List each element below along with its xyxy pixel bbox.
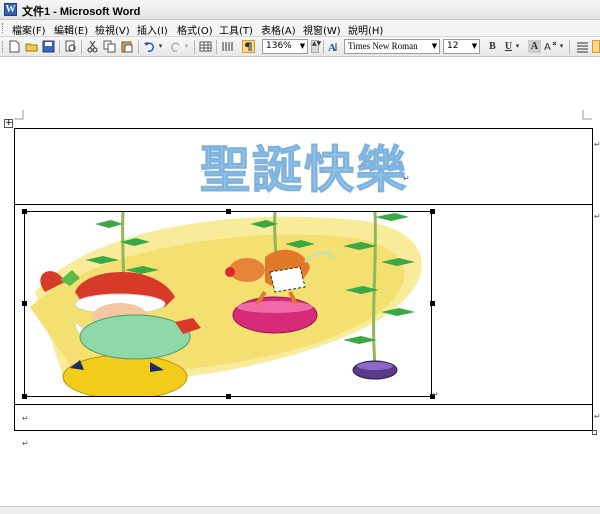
toolbar-separator — [81, 40, 82, 54]
redo-icon[interactable] — [169, 40, 182, 53]
paragraph-mark: ↵ — [432, 390, 439, 399]
christmas-clipart[interactable] — [24, 211, 432, 397]
text-effects-icon[interactable]: A — [544, 40, 557, 53]
toolbar: ▾ ▾ 136% ▼ ▲▼ A Times New Roman ▼ 12 ▼ B… — [0, 37, 600, 57]
resize-handle[interactable] — [430, 209, 435, 214]
menu-window[interactable]: 視窗(W) — [303, 22, 341, 37]
copy-icon[interactable] — [103, 40, 116, 53]
resize-handle[interactable] — [430, 301, 435, 306]
table-resize-handle[interactable] — [592, 430, 597, 435]
table-border-right — [592, 128, 593, 431]
menu-edit[interactable]: 編輯(E) — [54, 22, 88, 37]
toolbar-separator — [138, 40, 139, 54]
text-effects-dropdown-icon[interactable]: ▾ — [558, 40, 565, 53]
title-bar: W 文件1 - Microsoft Word — [0, 0, 600, 20]
open-folder-icon[interactable] — [25, 40, 38, 53]
zoom-value: 136% — [266, 41, 292, 51]
table-border-row2 — [14, 404, 593, 405]
menu-file[interactable]: 檔案(F) — [12, 22, 46, 37]
chevron-down-icon: ▼ — [471, 42, 478, 50]
undo-icon[interactable] — [143, 40, 156, 53]
paragraph-mark: ↵ — [22, 439, 29, 448]
menu-grip[interactable] — [2, 23, 6, 33]
undo-dropdown-icon[interactable]: ▾ — [157, 40, 164, 53]
toolbar-options-icon[interactable]: ▲▼ — [311, 40, 321, 53]
font-name-select[interactable]: Times New Roman ▼ — [344, 39, 440, 54]
justify-icon[interactable] — [576, 40, 589, 53]
menu-bar: 檔案(F) 編輯(E) 檢視(V) 插入(I) 格式(O) 工具(T) 表格(A… — [0, 20, 600, 37]
toolbar-separator — [323, 40, 324, 54]
underline-dropdown-icon[interactable]: ▾ — [514, 40, 521, 53]
menu-tools[interactable]: 工具(T) — [219, 22, 253, 37]
styles-icon[interactable]: A — [327, 40, 340, 54]
print-preview-icon[interactable] — [64, 40, 77, 53]
font-size-select[interactable]: 12 ▼ — [443, 39, 480, 54]
font-name-value: Times New Roman — [348, 41, 418, 51]
table-border-left — [14, 128, 15, 431]
heading-text: 聖誕快樂 — [200, 141, 408, 199]
bold-button[interactable]: B — [486, 40, 499, 53]
insert-table-icon[interactable] — [199, 40, 212, 53]
menu-view[interactable]: 檢視(V) — [95, 22, 130, 37]
toolbar-grip[interactable] — [2, 41, 6, 53]
end-of-row-mark: ↵ — [594, 140, 600, 149]
resize-handle[interactable] — [22, 301, 27, 306]
word-app-icon[interactable]: W — [4, 3, 17, 16]
menu-help[interactable]: 說明(H) — [348, 22, 383, 37]
resize-handle[interactable] — [226, 209, 231, 214]
menu-format[interactable]: 格式(O) — [177, 22, 213, 37]
show-formatting-icon[interactable] — [242, 40, 255, 53]
table-move-handle[interactable]: + — [4, 119, 13, 128]
heading-wordart[interactable]: 聖誕快樂 — [200, 140, 407, 200]
columns-icon[interactable] — [221, 40, 234, 53]
save-icon[interactable] — [42, 40, 55, 53]
highlight-icon[interactable] — [592, 40, 600, 53]
paragraph-mark: ↵ — [22, 414, 29, 423]
menu-table[interactable]: 表格(A) — [261, 22, 296, 37]
resize-handle[interactable] — [22, 394, 27, 399]
menu-insert[interactable]: 插入(I) — [137, 22, 168, 37]
chevron-down-icon: ▼ — [431, 42, 438, 50]
font-size-value: 12 — [447, 41, 459, 51]
paragraph-mark: ↵ — [403, 174, 410, 183]
toolbar-separator — [569, 40, 570, 54]
svg-text:A: A — [328, 42, 336, 53]
table-border-row1 — [14, 204, 593, 205]
cut-icon[interactable] — [86, 40, 99, 53]
redo-dropdown-icon[interactable]: ▾ — [183, 40, 190, 53]
margin-corner-mark — [14, 110, 24, 120]
chevron-down-icon: ▼ — [299, 42, 306, 50]
toolbar-separator — [59, 40, 60, 54]
resize-handle[interactable] — [226, 394, 231, 399]
table-border-bottom — [14, 430, 593, 431]
zoom-select[interactable]: 136% ▼ — [262, 39, 308, 54]
window-title: 文件1 - Microsoft Word — [22, 6, 141, 18]
toolbar-separator — [194, 40, 195, 54]
table-border-top — [14, 128, 593, 129]
end-of-row-mark: ↵ — [594, 412, 600, 421]
toolbar-separator — [216, 40, 217, 54]
character-shading-button[interactable]: A — [528, 40, 541, 53]
resize-handle[interactable] — [22, 209, 27, 214]
margin-corner-mark — [582, 110, 592, 120]
svg-text:A: A — [544, 42, 551, 53]
paste-icon[interactable] — [120, 40, 133, 53]
end-of-row-mark: ↵ — [594, 212, 600, 221]
new-document-icon[interactable] — [8, 40, 21, 53]
